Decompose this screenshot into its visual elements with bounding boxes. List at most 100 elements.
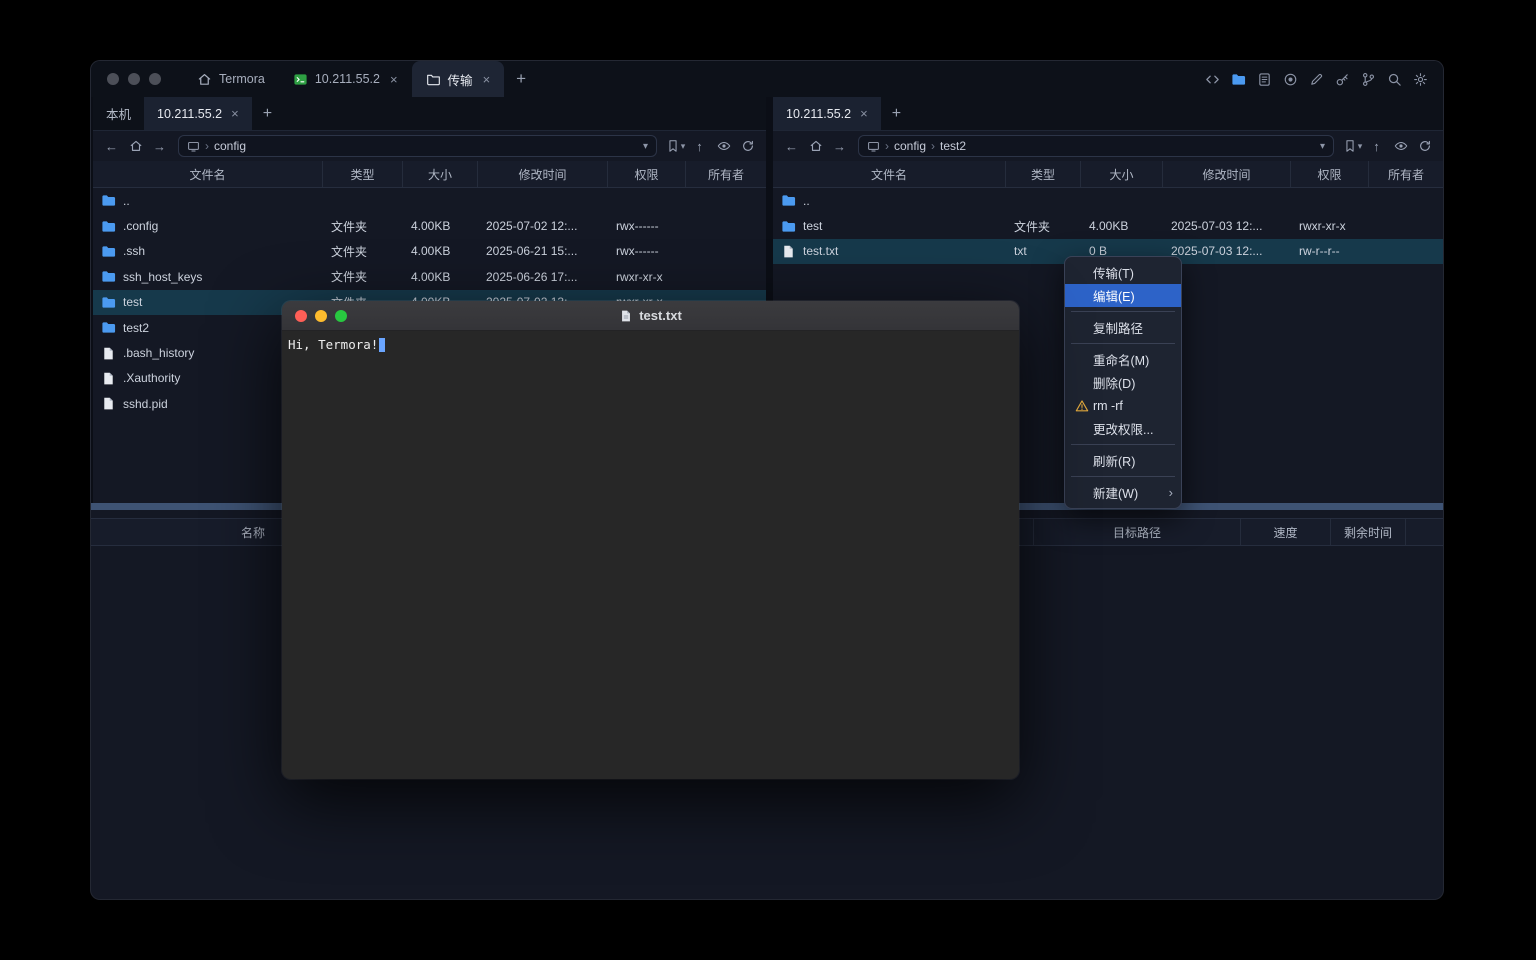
column-header-name[interactable]: 文件名 [773,161,1006,187]
right-table-header: 文件名 类型 大小 修改时间 权限 所有者 [773,161,1443,188]
column-header-type[interactable]: 类型 [323,161,403,187]
transfer-column-header[interactable]: 剩余时间 [1331,519,1406,545]
refresh-icon[interactable] [1414,136,1435,157]
back-icon[interactable]: ← [781,136,802,157]
breadcrumb-item[interactable]: config [214,139,246,153]
new-tab-button[interactable]: + [881,97,912,130]
close-icon[interactable]: × [231,106,239,121]
file-name: .ssh [123,244,145,258]
left-nav-bar: ← → ›config ▾ ▾ [93,131,766,161]
folder-icon[interactable] [1231,72,1246,87]
bookmark-icon[interactable]: ▾ [665,136,686,157]
titlebar: Termora 10.211.55.2 × 传输 × + [91,61,1443,97]
file-name-cell: .ssh [93,244,323,259]
file-row[interactable]: test文件夹4.00KB2025-07-03 12:...rwxr-xr-x [773,213,1443,238]
column-header-size[interactable]: 大小 [1081,161,1163,187]
menu-separator [1071,311,1175,312]
column-header-name[interactable]: 文件名 [93,161,323,187]
column-header-owner[interactable]: 所有者 [1369,161,1443,187]
tab-termora[interactable]: Termora [183,61,279,97]
file-cell: 2025-07-03 12:... [1163,219,1291,233]
back-icon[interactable]: ← [101,136,122,157]
bookmark-icon[interactable]: ▾ [1342,136,1363,157]
chevron-down-icon[interactable]: ▾ [643,141,648,152]
breadcrumb-separator: › [885,139,889,153]
column-header-modified[interactable]: 修改时间 [478,161,608,187]
record-icon[interactable] [1283,72,1298,87]
home-icon [197,72,212,87]
settings-icon[interactable] [1413,72,1428,87]
close-window-button[interactable] [107,73,119,85]
tab-remote[interactable]: 10.211.55.2 × [144,97,252,130]
file-row[interactable]: .config文件夹4.00KB2025-07-02 12:...rwx----… [93,213,766,238]
up-arrow-icon[interactable]: ↑ [689,136,710,157]
editor-minimize-button[interactable] [315,310,327,322]
tab-transfer[interactable]: 传输 × [412,61,505,97]
home-icon[interactable] [125,136,146,157]
forward-icon[interactable]: → [149,136,170,157]
editor-title: test.txt [619,308,682,323]
maximize-window-button[interactable] [149,73,161,85]
transfer-column-header[interactable]: 速度 [1241,519,1331,545]
log-icon[interactable] [1257,72,1272,87]
up-arrow-icon[interactable]: ↑ [1366,136,1387,157]
forward-icon[interactable]: → [829,136,850,157]
editor-close-button[interactable] [295,310,307,322]
menu-item[interactable]: 编辑(E) [1065,284,1181,307]
refresh-icon[interactable] [737,136,758,157]
column-header-type[interactable]: 类型 [1006,161,1081,187]
left-pane-tabs: 本机 10.211.55.2 × + [93,97,766,131]
pencil-icon[interactable] [1309,72,1324,87]
menu-item[interactable]: 刷新(R) [1065,449,1181,472]
menu-item[interactable]: 重命名(M) [1065,348,1181,371]
eye-icon[interactable] [1390,136,1411,157]
menu-item[interactable]: rm -rf [1065,394,1181,417]
search-icon[interactable] [1387,72,1402,87]
menu-item[interactable]: 更改权限... [1065,417,1181,440]
breadcrumb-item[interactable]: config [894,139,926,153]
tab-local[interactable]: 本机 [93,97,144,130]
breadcrumb: ›config [205,139,638,153]
editor-titlebar[interactable]: test.txt [282,301,1019,331]
file-cell: 文件夹 [1006,218,1081,235]
new-tab-button[interactable]: + [252,97,283,130]
menu-item[interactable]: 删除(D) [1065,371,1181,394]
editor-title-text: test.txt [639,308,682,323]
menu-item[interactable]: 新建(W)› [1065,481,1181,504]
menu-item[interactable]: 传输(T) [1065,261,1181,284]
eye-icon[interactable] [713,136,734,157]
breadcrumb-item[interactable]: test2 [940,139,966,153]
left-table-header: 文件名 类型 大小 修改时间 权限 所有者 [93,161,766,188]
tab-host[interactable]: 10.211.55.2 × [279,61,412,97]
file-row[interactable]: .. [93,188,766,213]
column-header-permissions[interactable]: 权限 [608,161,686,187]
path-input[interactable]: ›config›test2 ▾ [858,135,1334,157]
home-icon[interactable] [805,136,826,157]
file-row[interactable]: .ssh文件夹4.00KB2025-06-21 15:...rwx------ [93,239,766,264]
file-row[interactable]: ssh_host_keys文件夹4.00KB2025-06-26 17:...r… [93,264,766,289]
menu-item[interactable]: 复制路径 [1065,316,1181,339]
tab-label: 本机 [106,104,131,123]
close-icon[interactable]: × [390,72,398,87]
tab-remote[interactable]: 10.211.55.2 × [773,97,881,130]
menu-item-label: 刷新(R) [1093,451,1135,470]
chevron-down-icon[interactable]: ▾ [1320,141,1325,152]
path-input[interactable]: ›config ▾ [178,135,657,157]
column-header-owner[interactable]: 所有者 [686,161,766,187]
file-name: test.txt [803,244,838,258]
file-name-cell: .. [773,193,1006,208]
code-icon[interactable] [1205,72,1220,87]
new-tab-button[interactable]: + [504,61,538,97]
close-icon[interactable]: × [483,72,491,87]
branch-icon[interactable] [1361,72,1376,87]
column-header-permissions[interactable]: 权限 [1291,161,1369,187]
minimize-window-button[interactable] [128,73,140,85]
editor-maximize-button[interactable] [335,310,347,322]
column-header-modified[interactable]: 修改时间 [1163,161,1291,187]
transfer-column-header[interactable]: 目标路径 [1033,519,1241,545]
file-row[interactable]: .. [773,188,1443,213]
column-header-size[interactable]: 大小 [403,161,478,187]
key-icon[interactable] [1335,72,1350,87]
close-icon[interactable]: × [860,106,868,121]
editor-content[interactable]: Hi, Termora! [282,331,1019,779]
